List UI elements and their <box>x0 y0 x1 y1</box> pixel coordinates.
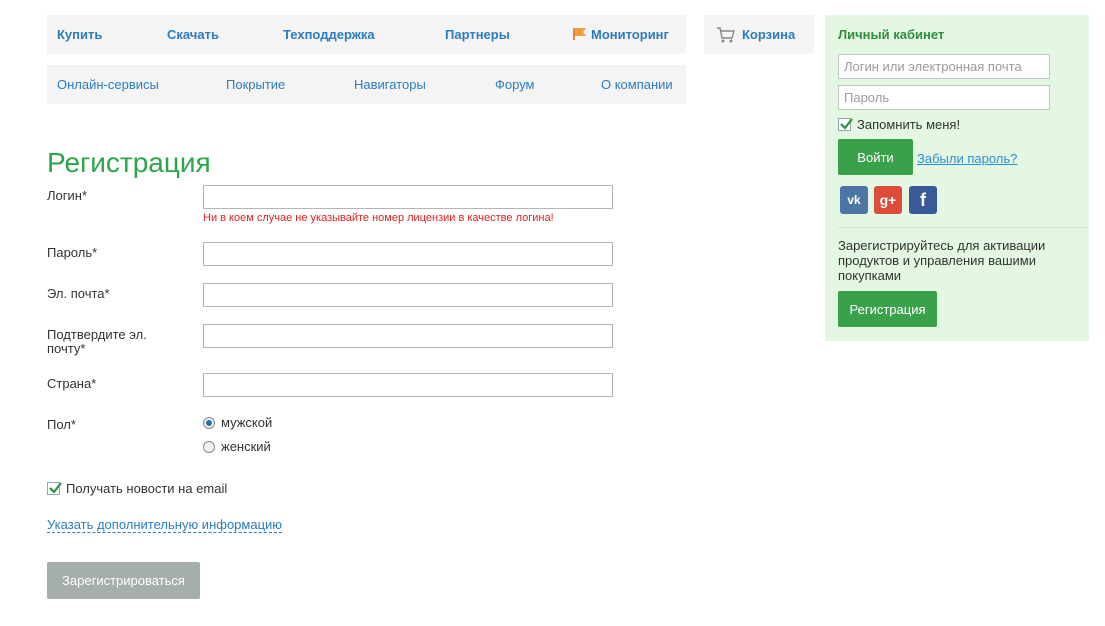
nav-buy[interactable]: Купить <box>57 27 102 42</box>
subnav-navigators[interactable]: Навигаторы <box>354 77 426 92</box>
register-promo-text: Зарегистрируйтесь для активации продукто… <box>838 238 1046 283</box>
remember-checkbox[interactable] <box>838 118 853 131</box>
nav-monitoring-label: Мониторинг <box>591 27 669 42</box>
country-label: Страна* <box>47 376 97 391</box>
cart-link[interactable]: Корзина <box>742 27 795 42</box>
radio-male[interactable] <box>203 417 215 429</box>
remember-label: Запомнить меня! <box>857 117 961 132</box>
gender-label: Пол* <box>47 417 76 432</box>
gender-option-male[interactable]: мужской <box>203 415 272 430</box>
subnav-online-services[interactable]: Онлайн-сервисы <box>57 77 159 92</box>
password-input[interactable] <box>838 85 1050 110</box>
remember-me[interactable]: Запомнить меня! <box>838 117 960 132</box>
cart-icon <box>717 27 735 43</box>
flag-icon <box>573 28 586 40</box>
newsletter-option[interactable]: Получать новости на email <box>47 481 227 496</box>
nav-partners[interactable]: Партнеры <box>445 27 510 42</box>
confirm-email-label-line2: почту* <box>47 341 86 356</box>
panel-register-button[interactable]: Регистрация <box>838 291 937 327</box>
reg-country-field[interactable] <box>203 373 613 397</box>
confirm-email-label: Подтвердите эл. почту* <box>47 328 147 356</box>
facebook-icon[interactable]: f <box>909 186 937 214</box>
gender-female-label: женский <box>221 439 271 454</box>
vk-icon[interactable]: vk <box>840 186 868 214</box>
reg-login-field[interactable] <box>203 185 613 209</box>
password-label: Пароль* <box>47 245 98 260</box>
login-label: Логин* <box>47 188 88 203</box>
email-label: Эл. почта* <box>47 286 110 301</box>
radio-female[interactable] <box>203 441 215 453</box>
login-button[interactable]: Войти <box>838 139 913 175</box>
reg-confirm-email-field[interactable] <box>203 324 613 348</box>
checkmark-icon <box>840 118 853 130</box>
login-input[interactable] <box>838 54 1050 79</box>
sub-nav: Онлайн-сервисы Покрытие Навигаторы Форум… <box>47 65 686 104</box>
newsletter-label: Получать новости на email <box>66 481 228 496</box>
gender-option-female[interactable]: женский <box>203 439 271 454</box>
register-submit-button[interactable]: Зарегистрироваться <box>47 562 200 599</box>
newsletter-checkbox[interactable] <box>47 482 62 495</box>
subnav-forum[interactable]: Форум <box>495 77 535 92</box>
page-title: Регистрация <box>47 147 211 178</box>
login-warning: Ни в коем случае не указывайте номер лиц… <box>203 212 554 224</box>
checkmark-icon <box>49 482 62 494</box>
top-nav: Купить Скачать Техподдержка Партнеры Мон… <box>47 15 686 54</box>
account-panel: Личный кабинет Запомнить меня! Войти Заб… <box>825 15 1089 341</box>
google-plus-icon[interactable]: g+ <box>874 186 902 214</box>
subnav-about[interactable]: О компании <box>601 77 673 92</box>
reg-password-field[interactable] <box>203 242 613 266</box>
account-panel-title: Личный кабинет <box>838 27 945 42</box>
nav-download[interactable]: Скачать <box>167 27 219 42</box>
cart-box[interactable]: Корзина <box>704 15 814 54</box>
nav-support[interactable]: Техподдержка <box>283 27 375 42</box>
reg-email-field[interactable] <box>203 283 613 307</box>
panel-divider <box>838 227 1089 228</box>
extra-info-link[interactable]: Указать дополнительную информацию <box>47 518 283 533</box>
forgot-password-link[interactable]: Забыли пароль? <box>917 151 1017 166</box>
subnav-coverage[interactable]: Покрытие <box>226 77 285 92</box>
gender-male-label: мужской <box>221 415 273 430</box>
nav-monitoring[interactable]: Мониторинг <box>573 27 669 42</box>
confirm-email-label-line1: Подтвердите эл. <box>47 327 147 342</box>
